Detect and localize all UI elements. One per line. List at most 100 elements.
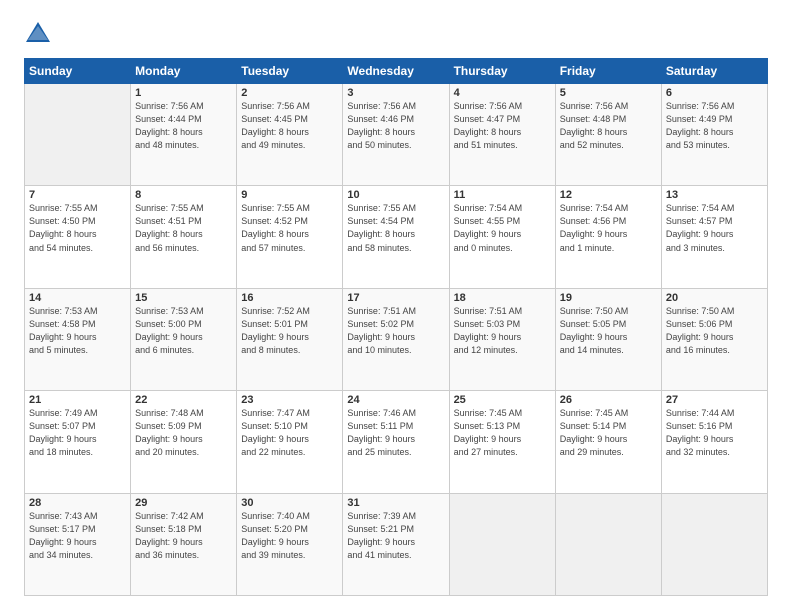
calendar-header: SundayMondayTuesdayWednesdayThursdayFrid…: [25, 59, 768, 84]
week-row-1: 1Sunrise: 7:56 AMSunset: 4:44 PMDaylight…: [25, 84, 768, 186]
calendar-cell: 28Sunrise: 7:43 AMSunset: 5:17 PMDayligh…: [25, 493, 131, 595]
calendar-cell: 24Sunrise: 7:46 AMSunset: 5:11 PMDayligh…: [343, 391, 449, 493]
day-number: 5: [560, 87, 657, 99]
weekday-header-thursday: Thursday: [449, 59, 555, 84]
calendar-cell: 21Sunrise: 7:49 AMSunset: 5:07 PMDayligh…: [25, 391, 131, 493]
calendar-cell: 18Sunrise: 7:51 AMSunset: 5:03 PMDayligh…: [449, 288, 555, 390]
day-info: Sunrise: 7:56 AMSunset: 4:47 PMDaylight:…: [454, 100, 551, 152]
day-number: 8: [135, 189, 232, 201]
header: [24, 20, 768, 48]
day-number: 12: [560, 189, 657, 201]
day-info: Sunrise: 7:56 AMSunset: 4:49 PMDaylight:…: [666, 100, 763, 152]
day-info: Sunrise: 7:43 AMSunset: 5:17 PMDaylight:…: [29, 510, 126, 562]
day-info: Sunrise: 7:55 AMSunset: 4:50 PMDaylight:…: [29, 202, 126, 254]
day-number: 21: [29, 394, 126, 406]
weekday-header-sunday: Sunday: [25, 59, 131, 84]
day-info: Sunrise: 7:44 AMSunset: 5:16 PMDaylight:…: [666, 407, 763, 459]
day-number: 28: [29, 497, 126, 509]
page: SundayMondayTuesdayWednesdayThursdayFrid…: [0, 0, 792, 612]
day-info: Sunrise: 7:51 AMSunset: 5:02 PMDaylight:…: [347, 305, 444, 357]
day-info: Sunrise: 7:56 AMSunset: 4:44 PMDaylight:…: [135, 100, 232, 152]
calendar-cell: 4Sunrise: 7:56 AMSunset: 4:47 PMDaylight…: [449, 84, 555, 186]
weekday-header-friday: Friday: [555, 59, 661, 84]
week-row-5: 28Sunrise: 7:43 AMSunset: 5:17 PMDayligh…: [25, 493, 768, 595]
day-info: Sunrise: 7:40 AMSunset: 5:20 PMDaylight:…: [241, 510, 338, 562]
weekday-header-wednesday: Wednesday: [343, 59, 449, 84]
day-info: Sunrise: 7:45 AMSunset: 5:13 PMDaylight:…: [454, 407, 551, 459]
logo-icon: [24, 20, 52, 48]
calendar-cell: 20Sunrise: 7:50 AMSunset: 5:06 PMDayligh…: [661, 288, 767, 390]
day-number: 11: [454, 189, 551, 201]
week-row-2: 7Sunrise: 7:55 AMSunset: 4:50 PMDaylight…: [25, 186, 768, 288]
day-info: Sunrise: 7:52 AMSunset: 5:01 PMDaylight:…: [241, 305, 338, 357]
day-info: Sunrise: 7:54 AMSunset: 4:55 PMDaylight:…: [454, 202, 551, 254]
calendar-cell: 15Sunrise: 7:53 AMSunset: 5:00 PMDayligh…: [131, 288, 237, 390]
day-number: 23: [241, 394, 338, 406]
weekday-row: SundayMondayTuesdayWednesdayThursdayFrid…: [25, 59, 768, 84]
week-row-4: 21Sunrise: 7:49 AMSunset: 5:07 PMDayligh…: [25, 391, 768, 493]
day-info: Sunrise: 7:55 AMSunset: 4:52 PMDaylight:…: [241, 202, 338, 254]
calendar-cell: [661, 493, 767, 595]
calendar-cell: 1Sunrise: 7:56 AMSunset: 4:44 PMDaylight…: [131, 84, 237, 186]
day-number: 22: [135, 394, 232, 406]
day-number: 26: [560, 394, 657, 406]
day-info: Sunrise: 7:55 AMSunset: 4:54 PMDaylight:…: [347, 202, 444, 254]
day-info: Sunrise: 7:56 AMSunset: 4:46 PMDaylight:…: [347, 100, 444, 152]
calendar-cell: 29Sunrise: 7:42 AMSunset: 5:18 PMDayligh…: [131, 493, 237, 595]
day-info: Sunrise: 7:54 AMSunset: 4:57 PMDaylight:…: [666, 202, 763, 254]
day-info: Sunrise: 7:55 AMSunset: 4:51 PMDaylight:…: [135, 202, 232, 254]
calendar-cell: 7Sunrise: 7:55 AMSunset: 4:50 PMDaylight…: [25, 186, 131, 288]
calendar-cell: 23Sunrise: 7:47 AMSunset: 5:10 PMDayligh…: [237, 391, 343, 493]
day-number: 25: [454, 394, 551, 406]
calendar-cell: 26Sunrise: 7:45 AMSunset: 5:14 PMDayligh…: [555, 391, 661, 493]
day-number: 2: [241, 87, 338, 99]
calendar-cell: 22Sunrise: 7:48 AMSunset: 5:09 PMDayligh…: [131, 391, 237, 493]
calendar-cell: 3Sunrise: 7:56 AMSunset: 4:46 PMDaylight…: [343, 84, 449, 186]
day-info: Sunrise: 7:48 AMSunset: 5:09 PMDaylight:…: [135, 407, 232, 459]
calendar-body: 1Sunrise: 7:56 AMSunset: 4:44 PMDaylight…: [25, 84, 768, 596]
calendar-cell: 19Sunrise: 7:50 AMSunset: 5:05 PMDayligh…: [555, 288, 661, 390]
calendar-cell: [555, 493, 661, 595]
day-number: 6: [666, 87, 763, 99]
day-info: Sunrise: 7:46 AMSunset: 5:11 PMDaylight:…: [347, 407, 444, 459]
day-info: Sunrise: 7:56 AMSunset: 4:45 PMDaylight:…: [241, 100, 338, 152]
calendar-cell: 6Sunrise: 7:56 AMSunset: 4:49 PMDaylight…: [661, 84, 767, 186]
weekday-header-saturday: Saturday: [661, 59, 767, 84]
day-info: Sunrise: 7:51 AMSunset: 5:03 PMDaylight:…: [454, 305, 551, 357]
day-info: Sunrise: 7:50 AMSunset: 5:05 PMDaylight:…: [560, 305, 657, 357]
calendar-cell: [25, 84, 131, 186]
weekday-header-monday: Monday: [131, 59, 237, 84]
day-number: 17: [347, 292, 444, 304]
calendar-cell: 12Sunrise: 7:54 AMSunset: 4:56 PMDayligh…: [555, 186, 661, 288]
day-info: Sunrise: 7:53 AMSunset: 5:00 PMDaylight:…: [135, 305, 232, 357]
logo: [24, 20, 56, 48]
day-number: 20: [666, 292, 763, 304]
day-info: Sunrise: 7:49 AMSunset: 5:07 PMDaylight:…: [29, 407, 126, 459]
day-number: 4: [454, 87, 551, 99]
week-row-3: 14Sunrise: 7:53 AMSunset: 4:58 PMDayligh…: [25, 288, 768, 390]
day-number: 24: [347, 394, 444, 406]
day-number: 10: [347, 189, 444, 201]
day-number: 30: [241, 497, 338, 509]
calendar-cell: 27Sunrise: 7:44 AMSunset: 5:16 PMDayligh…: [661, 391, 767, 493]
calendar-cell: 9Sunrise: 7:55 AMSunset: 4:52 PMDaylight…: [237, 186, 343, 288]
day-number: 9: [241, 189, 338, 201]
day-number: 14: [29, 292, 126, 304]
calendar-cell: 8Sunrise: 7:55 AMSunset: 4:51 PMDaylight…: [131, 186, 237, 288]
calendar-cell: 11Sunrise: 7:54 AMSunset: 4:55 PMDayligh…: [449, 186, 555, 288]
day-info: Sunrise: 7:50 AMSunset: 5:06 PMDaylight:…: [666, 305, 763, 357]
day-number: 15: [135, 292, 232, 304]
day-number: 13: [666, 189, 763, 201]
calendar-cell: 14Sunrise: 7:53 AMSunset: 4:58 PMDayligh…: [25, 288, 131, 390]
day-number: 7: [29, 189, 126, 201]
day-info: Sunrise: 7:42 AMSunset: 5:18 PMDaylight:…: [135, 510, 232, 562]
day-number: 18: [454, 292, 551, 304]
calendar-cell: 25Sunrise: 7:45 AMSunset: 5:13 PMDayligh…: [449, 391, 555, 493]
calendar-cell: 10Sunrise: 7:55 AMSunset: 4:54 PMDayligh…: [343, 186, 449, 288]
calendar-cell: 13Sunrise: 7:54 AMSunset: 4:57 PMDayligh…: [661, 186, 767, 288]
day-number: 29: [135, 497, 232, 509]
day-info: Sunrise: 7:54 AMSunset: 4:56 PMDaylight:…: [560, 202, 657, 254]
day-info: Sunrise: 7:39 AMSunset: 5:21 PMDaylight:…: [347, 510, 444, 562]
day-info: Sunrise: 7:47 AMSunset: 5:10 PMDaylight:…: [241, 407, 338, 459]
calendar-cell: 2Sunrise: 7:56 AMSunset: 4:45 PMDaylight…: [237, 84, 343, 186]
